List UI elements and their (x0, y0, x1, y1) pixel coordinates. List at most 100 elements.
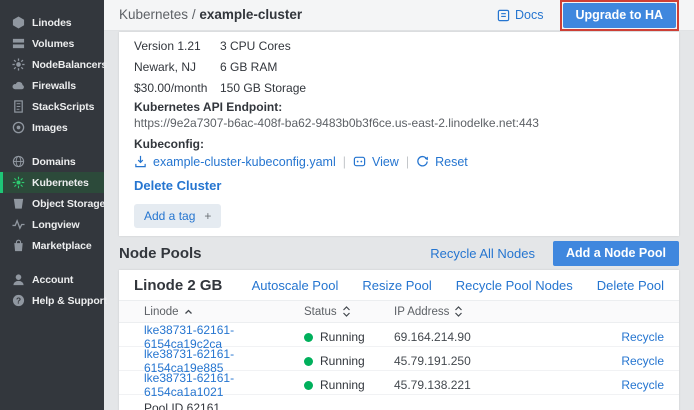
volumes-icon (11, 37, 25, 51)
docs-link[interactable]: Docs (497, 8, 543, 22)
separator: | (343, 156, 346, 169)
svg-text:?: ? (15, 295, 20, 305)
cluster-details: Version 1.21 3 CPU Cores Newark, NJ 6 GB… (134, 40, 404, 94)
view-kubeconfig-link[interactable]: View (372, 156, 399, 169)
cluster-version: Version 1.21 (134, 40, 220, 52)
sidebar-item-label: Account (32, 274, 73, 286)
pool-card: Linode 2 GB Autoscale Pool Resize Pool R… (119, 270, 679, 410)
reset-kubeconfig-link[interactable]: Reset (435, 156, 468, 169)
status-cell: Running (304, 330, 394, 344)
status-cell: Running (304, 378, 394, 392)
stackscripts-icon (11, 100, 25, 114)
breadcrumb-separator: / (192, 7, 196, 22)
add-tag-button[interactable]: Add a tag + (134, 204, 221, 228)
object-storage-icon (11, 197, 25, 211)
sidebar-item-marketplace[interactable]: Marketplace (0, 235, 104, 256)
recycle-node-link[interactable]: Recycle (621, 378, 664, 392)
sidebar-item-label: Firewalls (32, 80, 76, 92)
sidebar-item-label: NodeBalancers (32, 59, 107, 71)
firewall-icon (11, 79, 25, 93)
status-label: Running (320, 354, 365, 368)
node-link[interactable]: lke38731-62161-6154ca1a1021 (119, 371, 304, 399)
recycle-pool-nodes-link[interactable]: Recycle Pool Nodes (456, 279, 573, 292)
column-header-status[interactable]: Status (304, 306, 394, 318)
column-label: IP Address (394, 306, 449, 318)
ip-address: 45.79.191.250 (394, 354, 544, 368)
ip-address: 45.79.138.221 (394, 378, 544, 392)
delete-cluster-link[interactable]: Delete Cluster (134, 179, 221, 192)
docs-icon (497, 9, 510, 22)
column-header-linode[interactable]: Linode (119, 306, 304, 318)
nodebalancer-icon (11, 58, 25, 72)
plus-icon: + (204, 210, 211, 222)
topbar: Kubernetes / example-cluster Docs Upgrad… (104, 0, 694, 31)
recycle-all-nodes-link[interactable]: Recycle All Nodes (430, 247, 535, 260)
api-endpoint-label: Kubernetes API Endpoint: (134, 101, 664, 113)
kubeconfig-actions: example-cluster-kubeconfig.yaml | View |… (134, 155, 664, 169)
upgrade-to-ha-button[interactable]: Upgrade to HA (563, 3, 677, 28)
help-icon: ? (11, 294, 25, 308)
recycle-node-link[interactable]: Recycle (621, 330, 664, 344)
sidebar-item-nodebalancers[interactable]: NodeBalancers (0, 54, 104, 75)
breadcrumb-section[interactable]: Kubernetes (119, 7, 188, 22)
breadcrumb-current: example-cluster (199, 7, 302, 22)
column-header-ip-address[interactable]: IP Address (394, 306, 544, 318)
node-pools-bar: Node Pools Recycle All Nodes Add a Node … (119, 236, 679, 270)
cluster-storage: 150 GB Storage (220, 82, 404, 94)
topbar-actions: Docs Upgrade to HA (497, 0, 679, 31)
sidebar-item-kubernetes[interactable]: Kubernetes (0, 172, 104, 193)
cluster-ram: 6 GB RAM (220, 61, 404, 73)
marketplace-icon (11, 239, 25, 253)
pool-name: Linode 2 GB (134, 278, 222, 293)
reset-icon (416, 155, 430, 169)
account-icon (11, 273, 25, 287)
sidebar-item-stackscripts[interactable]: StackScripts (0, 96, 104, 117)
sidebar-item-label: Longview (32, 219, 80, 231)
main-area: Kubernetes / example-cluster Docs Upgrad… (104, 0, 694, 410)
sidebar-item-help-support[interactable]: ? Help & Support (0, 290, 104, 311)
sidebar-item-label: Domains (32, 156, 76, 168)
download-icon (134, 155, 148, 169)
sidebar-item-images[interactable]: Images (0, 117, 104, 138)
sort-both-icon (342, 306, 351, 317)
linode-icon (11, 16, 25, 30)
sidebar-item-volumes[interactable]: Volumes (0, 33, 104, 54)
content: Version 1.21 3 CPU Cores Newark, NJ 6 GB… (104, 31, 694, 410)
sidebar-item-firewalls[interactable]: Firewalls (0, 75, 104, 96)
row-actions: Recycle (544, 354, 679, 368)
sidebar-item-longview[interactable]: Longview (0, 214, 104, 235)
sidebar-item-label: Linodes (32, 17, 72, 29)
recycle-node-link[interactable]: Recycle (621, 354, 664, 368)
status-running-dot (304, 381, 313, 390)
view-icon (353, 155, 367, 169)
sort-asc-icon (184, 309, 193, 315)
sidebar-item-object-storage[interactable]: Object Storage (0, 193, 104, 214)
sort-both-icon (454, 306, 463, 317)
sidebar-item-account[interactable]: Account (0, 269, 104, 290)
images-icon (11, 121, 25, 135)
status-cell: Running (304, 354, 394, 368)
kubernetes-icon (11, 176, 25, 190)
sidebar-item-domains[interactable]: Domains (0, 151, 104, 172)
autoscale-pool-link[interactable]: Autoscale Pool (252, 279, 339, 292)
longview-icon (11, 218, 25, 232)
sidebar-item-label: Object Storage (32, 198, 105, 210)
status-running-dot (304, 333, 313, 342)
domains-icon (11, 155, 25, 169)
add-node-pool-button[interactable]: Add a Node Pool (553, 241, 679, 266)
sidebar-item-label: Kubernetes (32, 177, 89, 189)
sidebar-item-label: Images (32, 122, 68, 134)
delete-pool-link[interactable]: Delete Pool (597, 279, 664, 292)
resize-pool-link[interactable]: Resize Pool (362, 279, 431, 292)
cluster-region: Newark, NJ (134, 61, 220, 73)
sidebar-item-label: Help & Support (32, 295, 107, 307)
breadcrumb: Kubernetes / example-cluster (119, 8, 302, 22)
docs-label: Docs (515, 8, 543, 22)
kubeconfig-file-link[interactable]: example-cluster-kubeconfig.yaml (153, 156, 336, 169)
sidebar-divider (0, 256, 104, 269)
row-actions: Recycle (544, 330, 679, 344)
sidebar-item-linodes[interactable]: Linodes (0, 12, 104, 33)
api-endpoint-value: https://9e2a7307-b6ac-408f-ba62-9483b0b3… (134, 117, 664, 129)
sidebar-divider (0, 138, 104, 151)
status-label: Running (320, 378, 365, 392)
